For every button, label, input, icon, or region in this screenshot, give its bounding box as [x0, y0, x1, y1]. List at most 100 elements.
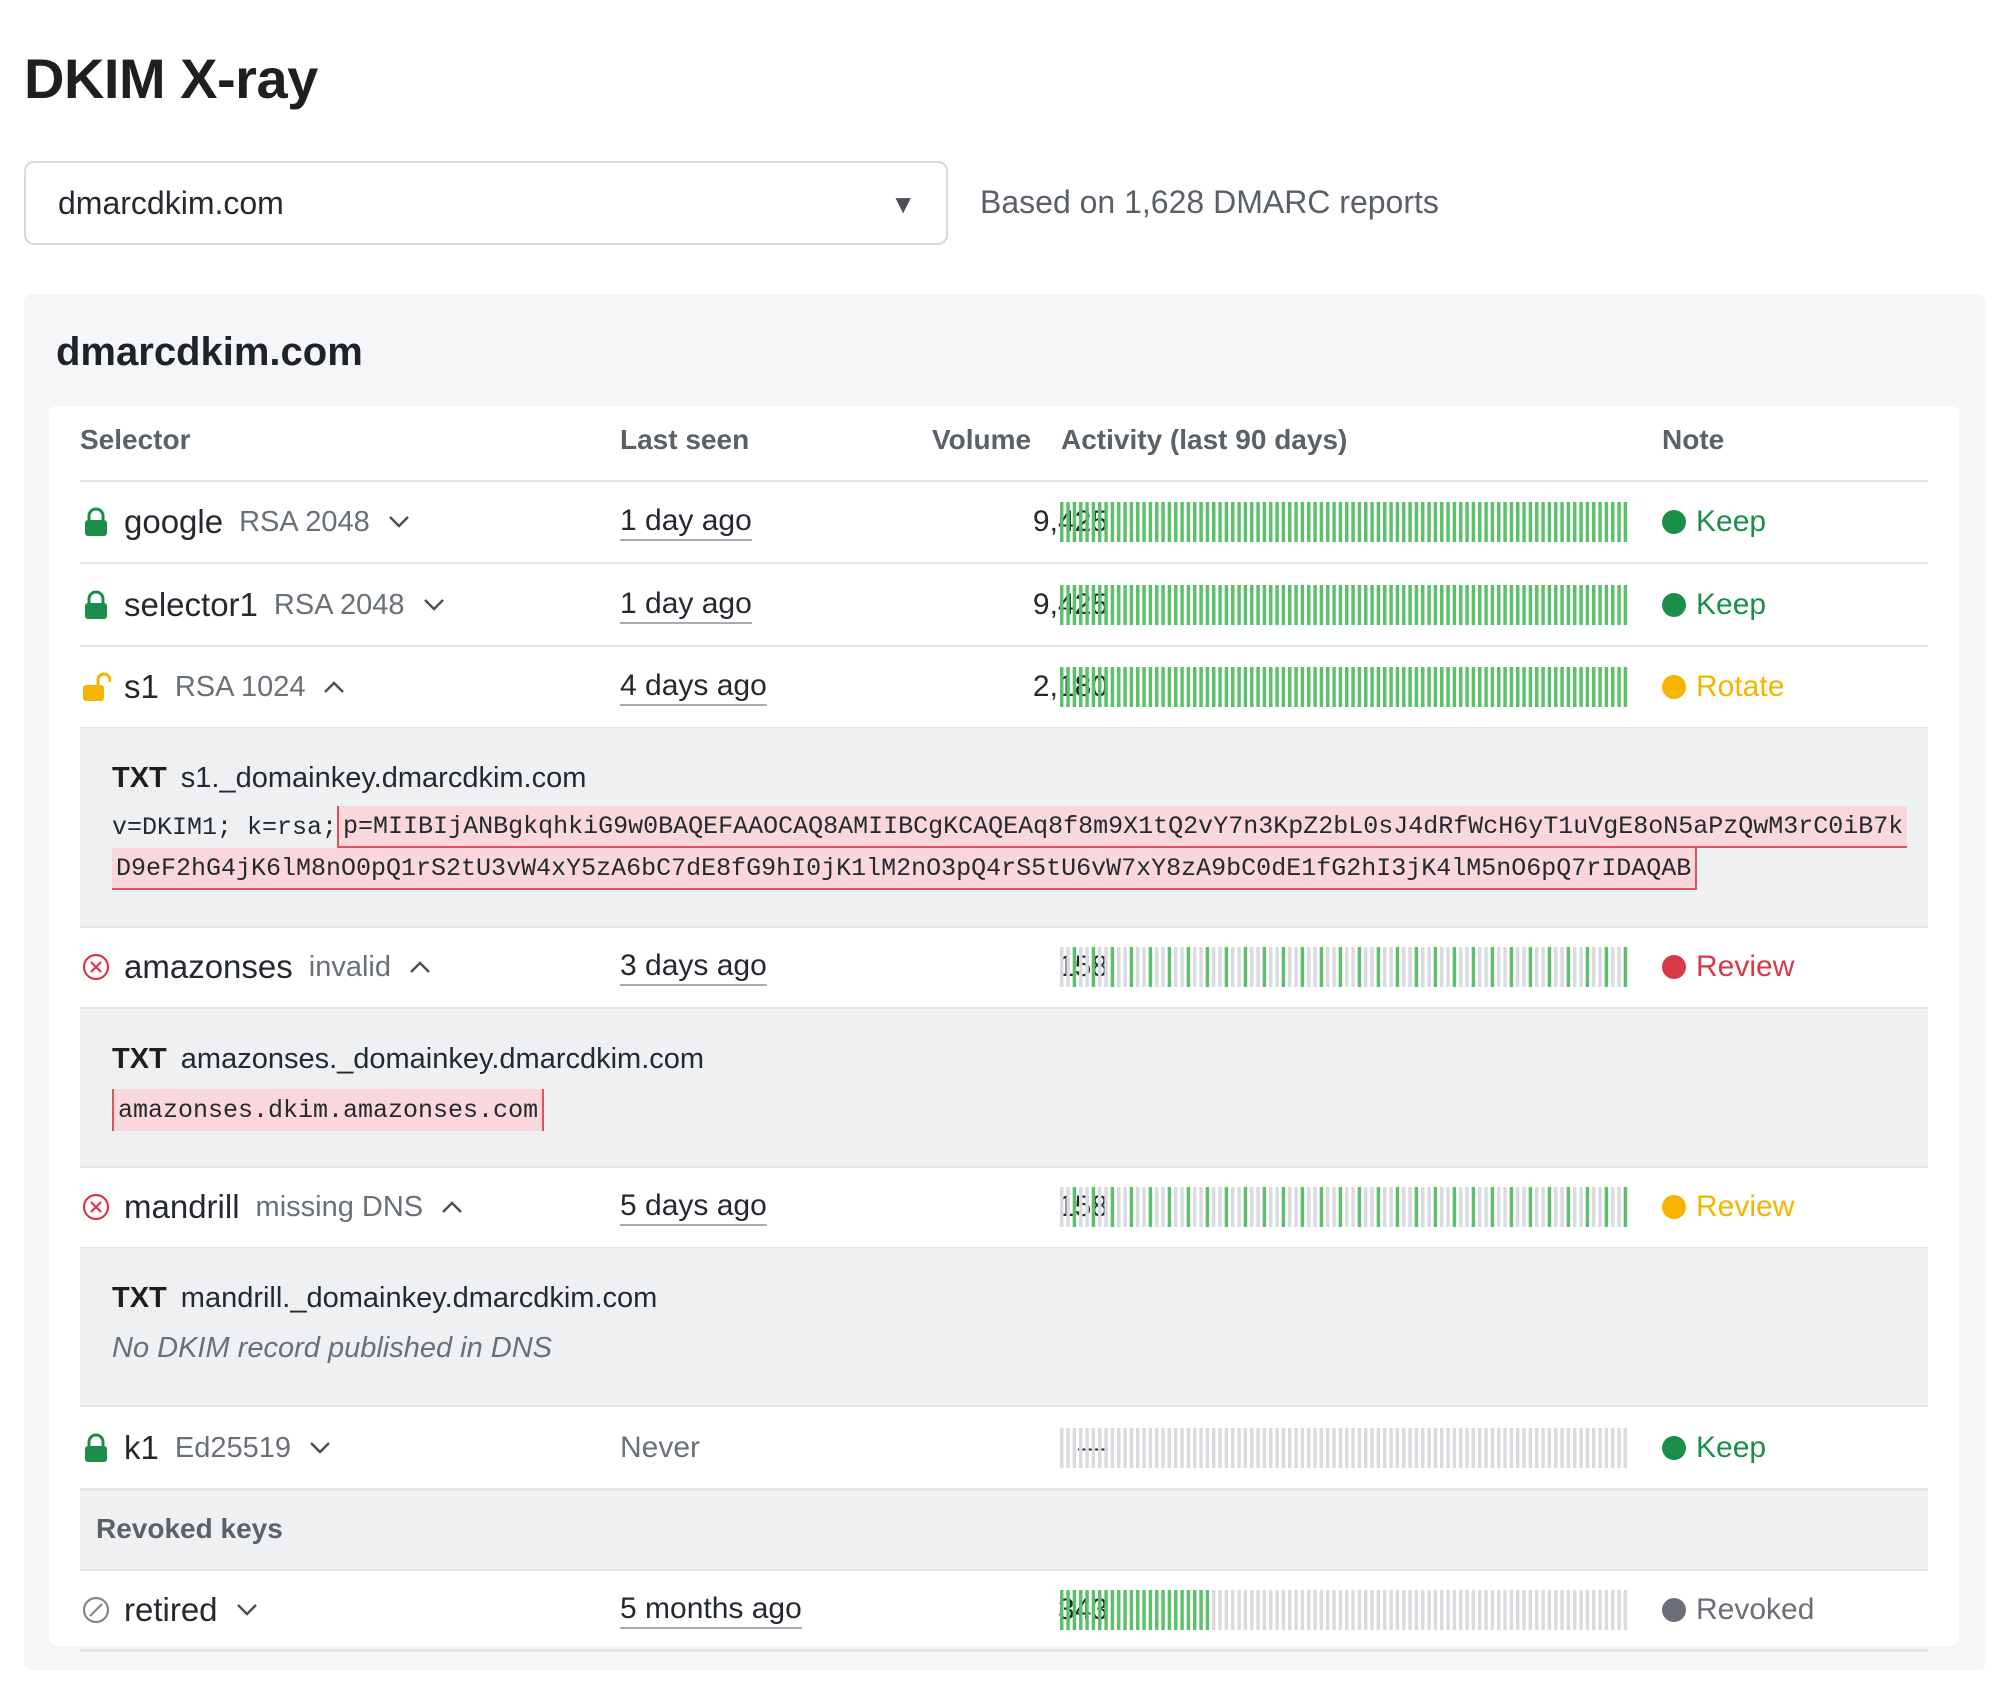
activity-bar-inactive: [1174, 1187, 1178, 1227]
last-seen[interactable]: 3 days ago: [620, 949, 767, 986]
selector-status: [80, 1408, 112, 1488]
chevron-up-icon[interactable]: [323, 680, 345, 694]
activity-bar-active: [1440, 667, 1444, 707]
page-title: DKIM X-ray: [24, 47, 318, 110]
selector-row-s1[interactable]: s1 RSA 1024 4 days ago 2,180 Rotate: [80, 647, 1928, 727]
activity-bar-active: [1072, 667, 1077, 707]
activity-bar-active: [1440, 585, 1444, 625]
activity-bar-inactive: [1611, 947, 1615, 987]
activity-bar-active: [1243, 667, 1248, 707]
activity-bar-active: [1205, 667, 1210, 707]
activity-bar-active: [1345, 502, 1349, 542]
activity-bar-active: [1560, 502, 1564, 542]
selector-name-cell[interactable]: k1 Ed25519: [124, 1408, 331, 1488]
activity-bar-inactive: [1364, 947, 1368, 987]
activity-bar-inactive: [1275, 1590, 1279, 1630]
activity-bar-inactive: [1193, 1428, 1197, 1468]
last-seen[interactable]: 1 day ago: [620, 504, 752, 541]
activity-bar-active: [1066, 667, 1070, 707]
activity-bar-active: [1288, 585, 1292, 625]
selector-name-cell[interactable]: amazonses invalid: [124, 927, 431, 1007]
chevron-down-icon[interactable]: [423, 598, 445, 612]
activity-bar-active: [1408, 667, 1412, 707]
selector-row-amazonses[interactable]: amazonses invalid 3 days ago 158 Review: [80, 927, 1928, 1007]
chevron-down-icon[interactable]: [309, 1441, 331, 1455]
selector-name-cell[interactable]: retired: [124, 1570, 258, 1650]
activity-bar-active: [1174, 1590, 1178, 1630]
activity-bar-inactive: [1060, 947, 1064, 987]
record-host-line: TXT s1._domainkey.dmarcdkim.com: [112, 762, 586, 795]
record-host-line: TXT mandrill._domainkey.dmarcdkim.com: [112, 1282, 657, 1315]
activity-bar-active: [1072, 1187, 1077, 1227]
chevron-up-icon[interactable]: [409, 960, 431, 974]
dkim-record-value[interactable]: v=DKIM1; k=rsa; p=MIIBIjANBgkqhkiG9w0BAQ…: [112, 806, 1912, 890]
activity-bar-active: [1313, 667, 1317, 707]
domain-select-value: dmarcdkim.com: [58, 185, 284, 221]
activity-bar-inactive: [1338, 1428, 1343, 1468]
key-algorithm: Ed25519: [174, 1431, 291, 1464]
activity-bar-inactive: [1129, 1428, 1134, 1468]
activity-bar-active: [1180, 1590, 1184, 1630]
selector-name-cell[interactable]: google RSA 2048: [124, 482, 410, 562]
activity-bar-active: [1604, 667, 1609, 707]
selector-name-cell[interactable]: mandrill missing DNS: [124, 1167, 463, 1247]
selector-row-retired[interactable]: retired 5 months ago 343 Revoked: [80, 1570, 1928, 1650]
activity-bar-inactive: [1623, 1590, 1628, 1630]
activity-bar-inactive: [1351, 1428, 1355, 1468]
activity-bar-active: [1370, 667, 1374, 707]
activity-bar-inactive: [1579, 1187, 1583, 1227]
activity-bar-active: [1332, 667, 1336, 707]
activity-bar-active: [1142, 1590, 1146, 1630]
dkim-record-value[interactable]: amazonses.dkim.amazonses.com: [112, 1089, 1912, 1131]
activity-bar-active: [1218, 502, 1222, 542]
activity-bar-active: [1199, 502, 1203, 542]
last-seen[interactable]: 5 months ago: [620, 1592, 802, 1629]
activity-bar-active: [1623, 585, 1628, 625]
last-seen[interactable]: 5 days ago: [620, 1189, 767, 1226]
activity-bar-active: [1180, 502, 1184, 542]
activity-bar-inactive: [1522, 947, 1526, 987]
selector-name: retired: [124, 1591, 218, 1628]
chevron-down-icon[interactable]: [236, 1603, 258, 1617]
selector-row-google[interactable]: google RSA 2048 1 day ago 9,425 Keep: [80, 482, 1928, 562]
activity-bar-inactive: [1509, 1428, 1514, 1468]
activity-bar-inactive: [1427, 1428, 1431, 1468]
selector-status: [80, 647, 112, 727]
activity-bar-active: [1079, 585, 1083, 625]
selector-row-selector1[interactable]: selector1 RSA 2048 1 day ago 9,425 Keep: [80, 565, 1928, 645]
activity-bar-active: [1478, 667, 1482, 707]
activity-bar-inactive: [1573, 1428, 1577, 1468]
record-host: mandrill._domainkey.dmarcdkim.com: [180, 1282, 658, 1314]
activity-bar-active: [1262, 502, 1267, 542]
activity-bar-active: [1490, 502, 1495, 542]
activity-bar-active: [1535, 667, 1539, 707]
activity-bar-active: [1395, 947, 1400, 987]
activity-bar-inactive: [1262, 1428, 1267, 1468]
activity-bar-active: [1414, 947, 1419, 987]
status-dot: [1662, 955, 1686, 979]
domain-select[interactable]: dmarcdkim.com ▼: [24, 161, 948, 245]
activity-bar-active: [1604, 1187, 1609, 1227]
activity-bar-active: [1421, 667, 1425, 707]
last-seen[interactable]: 1 day ago: [620, 587, 752, 624]
chevron-down-icon[interactable]: [388, 515, 410, 529]
activity-bar-active: [1199, 585, 1203, 625]
selector-row-mandrill[interactable]: mandrill missing DNS 5 days ago 158 Review: [80, 1167, 1928, 1247]
activity-bar-inactive: [1554, 947, 1558, 987]
selector-row-k1[interactable]: k1Ed25519Never—Keep: [80, 1408, 1928, 1488]
activity-bar-active: [1433, 1187, 1438, 1227]
selector-name-cell[interactable]: s1 RSA 1024: [124, 647, 345, 727]
chevron-up-icon[interactable]: [441, 1200, 463, 1214]
activity-bar-active: [1554, 502, 1558, 542]
activity-bar-active: [1085, 585, 1089, 625]
activity-bar-active: [1604, 947, 1609, 987]
activity-bar-active: [1066, 502, 1070, 542]
activity-sparkbars: [1060, 1590, 1628, 1630]
activity-bar-active: [1376, 667, 1381, 707]
activity-bar-inactive: [1370, 947, 1374, 987]
last-seen[interactable]: 4 days ago: [620, 669, 767, 706]
selector-name-cell[interactable]: selector1 RSA 2048: [124, 565, 445, 645]
status-badge: Review: [1696, 950, 1795, 983]
activity-bar-active: [1186, 667, 1191, 707]
activity-bar-inactive: [1364, 1428, 1368, 1468]
